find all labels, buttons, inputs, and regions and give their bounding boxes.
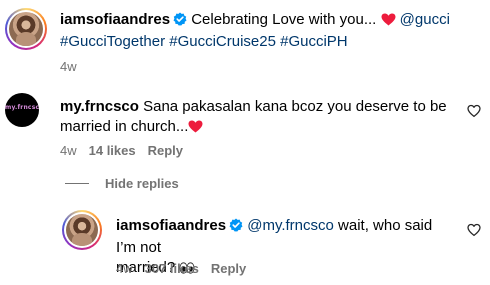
comment-body: my.frncsco Sana pakasalan kana bcoz you … bbox=[60, 97, 460, 139]
caption-time: 4w bbox=[60, 59, 77, 74]
caption-hashtags[interactable]: #GucciTogether #GucciCruise25 #GucciPH bbox=[60, 33, 348, 50]
comment-text-line2: married in church... bbox=[60, 118, 189, 135]
comment-avatar[interactable]: my.frncsco bbox=[5, 93, 39, 127]
caption-mention-link[interactable]: @gucci bbox=[400, 11, 450, 28]
comment-like-button[interactable] bbox=[467, 104, 481, 118]
hide-replies-button[interactable]: Hide replies bbox=[65, 176, 179, 191]
hide-replies-label: Hide replies bbox=[105, 176, 179, 191]
caption-text: Celebrating Love with you... bbox=[191, 11, 377, 28]
reply-avatar[interactable] bbox=[62, 210, 102, 250]
reply-username[interactable]: iamsofiaandres bbox=[116, 217, 226, 234]
verified-badge-icon bbox=[229, 218, 243, 238]
hide-replies-divider bbox=[65, 183, 89, 184]
comment-avatar-logo: my.frncsco bbox=[5, 104, 39, 111]
verified-badge-icon bbox=[173, 12, 187, 32]
comment-username[interactable]: my.frncsco bbox=[60, 98, 139, 115]
reply-reply-button[interactable]: Reply bbox=[211, 261, 246, 276]
comment-reply-button[interactable]: Reply bbox=[148, 143, 183, 158]
red-heart-emoji bbox=[381, 12, 396, 32]
comment-text-line1: Sana pakasalan kana bcoz you deserve to … bbox=[143, 98, 447, 115]
heart-outline-icon bbox=[467, 223, 481, 237]
red-heart-emoji bbox=[188, 119, 203, 139]
reply-meta: 4w 307 likes Reply bbox=[116, 261, 246, 276]
caption-avatar[interactable] bbox=[5, 8, 47, 50]
comments-panel: iamsofiaandres Celebrating Love with you… bbox=[0, 0, 490, 285]
heart-outline-icon bbox=[467, 104, 481, 118]
comment-likes-count[interactable]: 14 likes bbox=[89, 143, 136, 158]
post-caption: iamsofiaandres Celebrating Love with you… bbox=[60, 10, 480, 52]
comment-meta: 4w 14 likes Reply bbox=[60, 143, 183, 158]
reply-likes-count[interactable]: 307 likes bbox=[145, 261, 199, 276]
reply-time: 4w bbox=[116, 261, 133, 276]
caption-username[interactable]: iamsofiaandres bbox=[60, 11, 170, 28]
reply-mention-link[interactable]: @my.frncsco bbox=[247, 217, 334, 234]
caption-timestamp: 4w bbox=[60, 59, 77, 74]
comment-time: 4w bbox=[60, 143, 77, 158]
reply-like-button[interactable] bbox=[467, 223, 481, 237]
